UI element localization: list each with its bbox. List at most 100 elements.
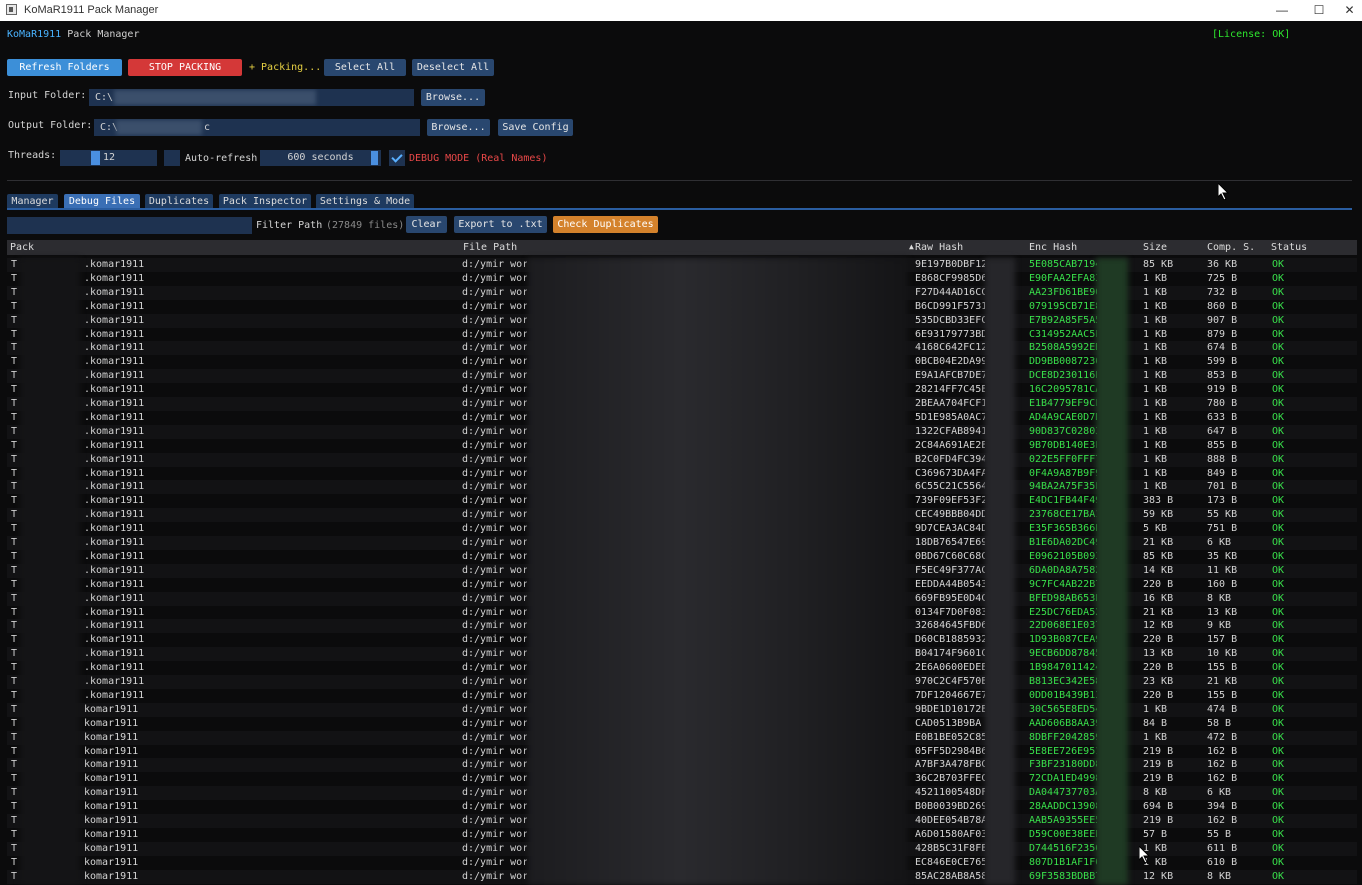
cell-path: d:/ymir wor xyxy=(462,272,527,284)
brand-subtitle: Pack Manager xyxy=(67,29,140,40)
debug-mode-checkbox[interactable] xyxy=(389,150,405,166)
tab-debug-files[interactable]: Debug Files xyxy=(64,194,140,209)
col-comp-size[interactable]: Comp. S. xyxy=(1207,242,1255,253)
check-duplicates-button[interactable]: Check Duplicates xyxy=(553,216,658,233)
refresh-interval-value: 600 seconds xyxy=(287,152,354,163)
cell-raw: 0BCB04E2DA99 xyxy=(915,356,985,368)
cell-status: OK xyxy=(1272,370,1285,382)
cell-comp: 701 B xyxy=(1207,481,1238,493)
cell-raw: 4521100548DF xyxy=(915,787,985,799)
col-size[interactable]: Size xyxy=(1143,242,1167,253)
cell-pack: .komar1911 xyxy=(84,300,145,312)
deselect-all-button[interactable]: Deselect All xyxy=(412,59,494,76)
cell-status: OK xyxy=(1272,703,1285,715)
tab-settings-mode[interactable]: Settings & Mode xyxy=(316,194,414,209)
threads-slider[interactable]: 12 xyxy=(60,150,157,166)
cell-pack: komar1911 xyxy=(84,731,139,743)
cell-raw: B6CD991F5731 xyxy=(915,300,985,312)
cell-pack: .komar1911 xyxy=(84,467,145,479)
input-folder-field[interactable]: C:\ xyxy=(89,89,414,106)
cell-status: OK xyxy=(1272,439,1285,451)
cell-status: OK xyxy=(1272,759,1285,771)
tab-manager[interactable]: Manager xyxy=(7,194,58,209)
cell-pack: .komar1911 xyxy=(84,398,145,409)
cell-enc: 69F3583BDBB7 xyxy=(1029,870,1097,882)
cell-status: OK xyxy=(1272,801,1285,813)
cell-status: OK xyxy=(1272,356,1285,368)
save-config-button[interactable]: Save Config xyxy=(498,119,573,136)
cell-comp: 474 B xyxy=(1207,703,1238,715)
cell-enc: E4DC1FB44F49 xyxy=(1029,495,1097,507)
cell-size: 8 KB xyxy=(1143,787,1168,799)
clear-filter-button[interactable]: Clear xyxy=(406,216,447,233)
cell-comp: 472 B xyxy=(1207,731,1238,743)
cell-size: 219 B xyxy=(1143,745,1174,757)
cell-size: 1 KB xyxy=(1143,314,1168,326)
minimize-icon[interactable]: — xyxy=(1262,0,1302,21)
auto-refresh-checkbox[interactable] xyxy=(164,150,180,166)
cell-path: d:/ymir wor xyxy=(462,425,527,437)
cell-pack: .komar1911 xyxy=(84,578,145,590)
cell-raw: E9A1AFCB7DE7 xyxy=(915,370,985,382)
maximize-icon[interactable]: ☐ xyxy=(1299,0,1339,21)
cell-comp: 879 B xyxy=(1207,328,1238,340)
cell-status: OK xyxy=(1272,717,1285,729)
select-all-button[interactable]: Select All xyxy=(324,59,406,76)
cell-size: 1 KB xyxy=(1143,300,1168,312)
filter-path-input[interactable] xyxy=(7,217,252,234)
cell-comp: 751 B xyxy=(1207,523,1238,535)
stop-packing-button[interactable]: STOP PACKING xyxy=(128,59,242,76)
cell-status: OK xyxy=(1272,648,1285,660)
cell-raw: E868CF9985D6 xyxy=(915,272,985,284)
cell-size: 1 KB xyxy=(1143,286,1168,298)
refresh-folders-button[interactable]: Refresh Folders xyxy=(7,59,122,76)
tab-duplicates[interactable]: Duplicates xyxy=(145,194,213,209)
cell-status: OK xyxy=(1272,578,1285,590)
cell-status: OK xyxy=(1272,606,1285,618)
export-txt-button[interactable]: Export to .txt xyxy=(454,216,547,233)
cell-path: d:/ymir wor xyxy=(462,286,527,298)
tab-pack-inspector[interactable]: Pack Inspector xyxy=(219,194,311,209)
output-folder-field[interactable]: C:\ c xyxy=(94,119,420,136)
refresh-interval-field[interactable]: 600 seconds xyxy=(260,150,381,166)
input-browse-button[interactable]: Browse... xyxy=(421,89,485,106)
output-browse-button[interactable]: Browse... xyxy=(427,119,490,136)
redacted-area xyxy=(985,258,1015,885)
cell-size: 1 KB xyxy=(1143,425,1168,437)
cell-enc: DD9BB0087236 xyxy=(1029,356,1097,368)
app-icon xyxy=(6,4,17,15)
separator xyxy=(7,180,1352,181)
slider-handle[interactable] xyxy=(91,151,100,165)
cell-pack: .komar1911 xyxy=(84,411,145,423)
cell-path: d:/ymir wor xyxy=(462,314,527,326)
cell-raw: B2C0FD4FC394 xyxy=(915,453,985,465)
cell-path: d:/ymir wor xyxy=(462,787,527,799)
cell-comp: 394 B xyxy=(1207,801,1238,813)
col-file-path[interactable]: File Path xyxy=(463,242,517,253)
close-icon[interactable]: ✕ xyxy=(1337,0,1362,21)
mouse-cursor-icon xyxy=(1218,183,1229,200)
col-enc-hash[interactable]: Enc Hash xyxy=(1029,242,1077,253)
cell-status: OK xyxy=(1272,411,1285,423)
cell-status: OK xyxy=(1272,537,1285,548)
col-status[interactable]: Status xyxy=(1271,242,1307,253)
cell-enc: B1E6DA02DC49 xyxy=(1029,537,1097,548)
cell-raw: A7BF3A478FBC xyxy=(915,759,985,771)
cell-pack: .komar1911 xyxy=(84,676,145,687)
cell-raw: 0134F7D0F083 xyxy=(915,606,985,618)
cell-comp: 8 KB xyxy=(1207,592,1232,604)
cell-size: 1 KB xyxy=(1143,356,1168,368)
cell-status: OK xyxy=(1272,495,1285,507)
cell-status: OK xyxy=(1272,592,1285,604)
col-pack[interactable]: Pack xyxy=(10,242,34,253)
cell-size: 21 KB xyxy=(1143,537,1174,548)
cell-status: OK xyxy=(1272,815,1285,826)
cell-pack: .komar1911 xyxy=(84,439,145,451)
cell-size: 1 KB xyxy=(1143,856,1168,868)
cell-enc: 0DD01B439B13 xyxy=(1029,689,1097,701)
col-raw-hash[interactable]: Raw Hash xyxy=(915,242,963,253)
cell-enc: 5E085CAB7194 xyxy=(1029,259,1097,270)
interval-handle[interactable] xyxy=(371,151,378,165)
cell-pack: komar1911 xyxy=(84,842,139,854)
output-folder-label: Output Folder: xyxy=(8,120,93,131)
